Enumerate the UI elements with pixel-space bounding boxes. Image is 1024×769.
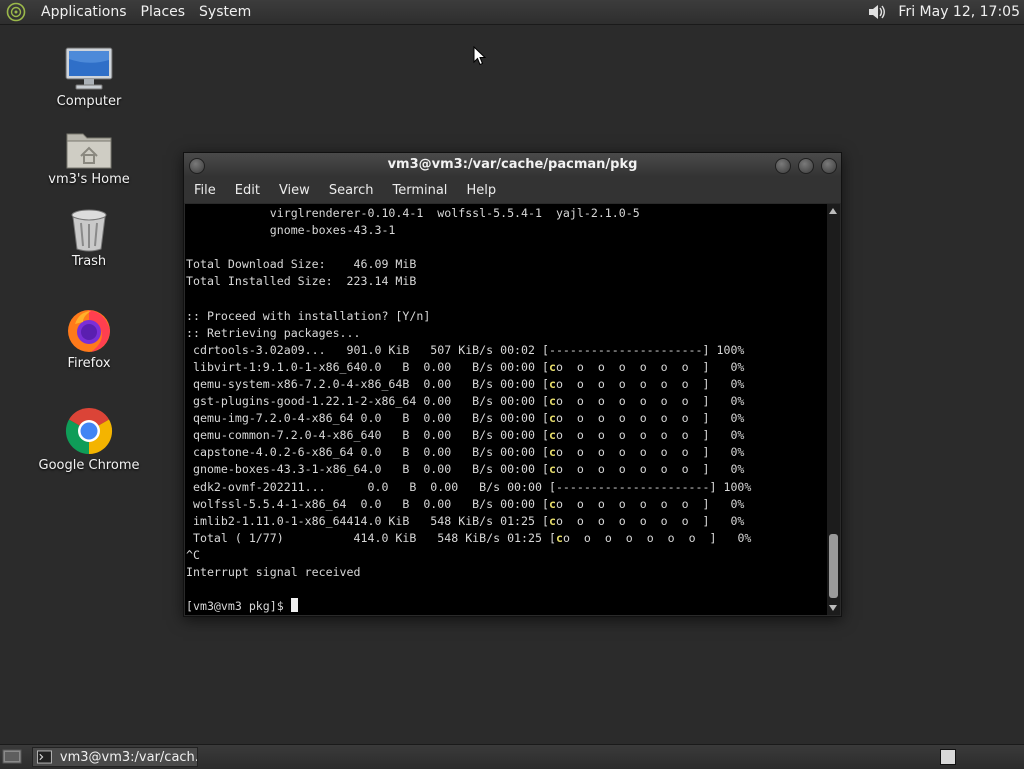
terminal-line: qemu-img-7.2.0-4-x86_64 0.0 B 0.00 B/s 0… [186,411,745,426]
desktop-icon-label: vm3's Home [48,172,130,187]
scroll-down-icon[interactable] [829,605,837,611]
taskbar-window-label: vm3@vm3:/var/cach... [59,749,197,765]
desktop-icon-home[interactable]: vm3's Home [34,128,144,187]
text-cursor [290,598,298,613]
scroll-thumb[interactable] [829,534,838,598]
terminal-line: libvirt-1:9.1.0-1-x86_640.0 B 0.00 B/s 0… [186,359,745,374]
window-menu-icon[interactable] [189,158,205,174]
terminal-icon [37,750,52,764]
terminal-line: imlib2-1.11.0-1-x86_64414.0 KiB 548 KiB/… [186,513,745,528]
system-menu[interactable]: System [192,0,258,24]
taskbar-window-button[interactable]: vm3@vm3:/var/cach... [32,747,198,767]
places-menu[interactable]: Places [134,0,193,24]
terminal-scrollbar[interactable] [827,204,840,615]
desktop-icon-label: Firefox [67,356,111,371]
menu-view[interactable]: View [269,183,319,198]
panel-tray: Fri May 12, 17:05 [866,0,1020,24]
pacman-progress-glyph: c [548,359,556,374]
pacman-progress-glyph: c [548,445,556,460]
window-titlebar[interactable]: vm3@vm3:/var/cache/pacman/pkg [184,153,841,177]
menu-terminal[interactable]: Terminal [382,183,456,198]
pacman-progress-glyph: c [548,462,556,477]
terminal-line: capstone-4.0.2-6-x86_64 0.0 B 0.00 B/s 0… [186,445,745,460]
menu-edit[interactable]: Edit [225,183,269,198]
terminal-line: Total ( 1/77) 414.0 KiB 548 KiB/s 01:25 … [186,530,752,545]
desktop-icon-label: Trash [71,254,107,269]
bottom-panel: vm3@vm3:/var/cach... [0,744,1024,769]
menu-file[interactable]: File [184,183,225,198]
firefox-icon [68,310,110,352]
terminal-line: cdrtools-3.02a09... 901.0 KiB 507 KiB/s … [186,342,745,357]
terminal-line: gst-plugins-good-1.22.1-2-x86_64 0.00 B/… [186,394,745,409]
terminal-menubar: File Edit View Search Terminal Help [184,177,841,203]
terminal-line: :: Proceed with installation? [Y/n] [186,308,431,323]
terminal-line: virglrenderer-0.10.4-1 wolfssl-5.5.4-1 y… [186,206,640,220]
terminal-window[interactable]: vm3@vm3:/var/cache/pacman/pkg File Edit … [183,152,842,617]
chrome-icon [65,407,113,455]
pacman-progress-glyph: c [548,496,556,511]
clock[interactable]: Fri May 12, 17:05 [898,4,1020,20]
desktop-icon-chrome[interactable]: Google Chrome [34,406,144,473]
terminal-line: qemu-common-7.2.0-4-x86_640 B 0.00 B/s 0… [186,428,745,443]
menu-help[interactable]: Help [456,183,505,198]
terminal-text: virglrenderer-0.10.4-1 wolfssl-5.5.4-1 y… [186,205,751,615]
pacman-progress-glyph: c [548,394,556,409]
home-folder-icon [66,133,112,169]
close-button[interactable] [821,158,837,174]
desktop-icon-computer[interactable]: Computer [34,46,144,109]
terminal-line: Total Download Size: 46.09 MiB [186,257,417,272]
show-desktop-icon[interactable] [2,748,22,766]
terminal-line: Total Installed Size: 223.14 MiB [186,274,417,289]
terminal-line: Interrupt signal received [186,564,361,579]
terminal-line: gnome-boxes-43.3-1 [186,223,396,238]
distro-logo-icon[interactable] [6,2,26,22]
applications-menu[interactable]: Applications [34,0,134,24]
terminal-line: wolfssl-5.5.4-1-x86_64 0.0 B 0.00 B/s 00… [186,496,745,511]
pacman-progress-glyph: c [548,513,556,528]
terminal-line: gnome-boxes-43.3-1-x86_64.0 B 0.00 B/s 0… [186,462,745,477]
pacman-progress-glyph: c [548,376,556,391]
shell-prompt: [vm3@vm3 pkg]$ [186,598,751,615]
terminal-line: :: Retrieving packages... [186,325,361,340]
terminal-line: ^C [186,547,200,562]
desktop-icon-label: Google Chrome [38,458,140,473]
terminal-line: edk2-ovmf-202211... 0.0 B 0.00 B/s 00:00… [186,479,752,494]
minimize-button[interactable] [775,158,791,174]
trash-icon [71,209,107,252]
volume-icon[interactable] [866,2,888,22]
terminal-line: qemu-system-x86-7.2.0-4-x86_64B 0.00 B/s… [186,376,745,391]
maximize-button[interactable] [798,158,814,174]
menu-search[interactable]: Search [319,183,383,198]
scroll-up-icon[interactable] [829,208,837,214]
desktop-icon-label: Computer [56,94,122,109]
mouse-cursor-icon [473,46,487,66]
pacman-progress-glyph: c [548,428,556,443]
desktop-icon-firefox[interactable]: Firefox [34,306,144,371]
computer-icon [65,47,113,90]
pacman-progress-glyph: c [548,411,556,426]
desktop-icon-trash[interactable]: Trash [34,208,144,269]
window-title: vm3@vm3:/var/cache/pacman/pkg [387,157,638,172]
workspace-switcher[interactable] [940,749,956,765]
pacman-progress-glyph: c [555,530,563,545]
top-panel: Applications Places System Fri May 12, 1… [0,0,1024,25]
terminal-output[interactable]: virglrenderer-0.10.4-1 wolfssl-5.5.4-1 y… [185,204,827,615]
